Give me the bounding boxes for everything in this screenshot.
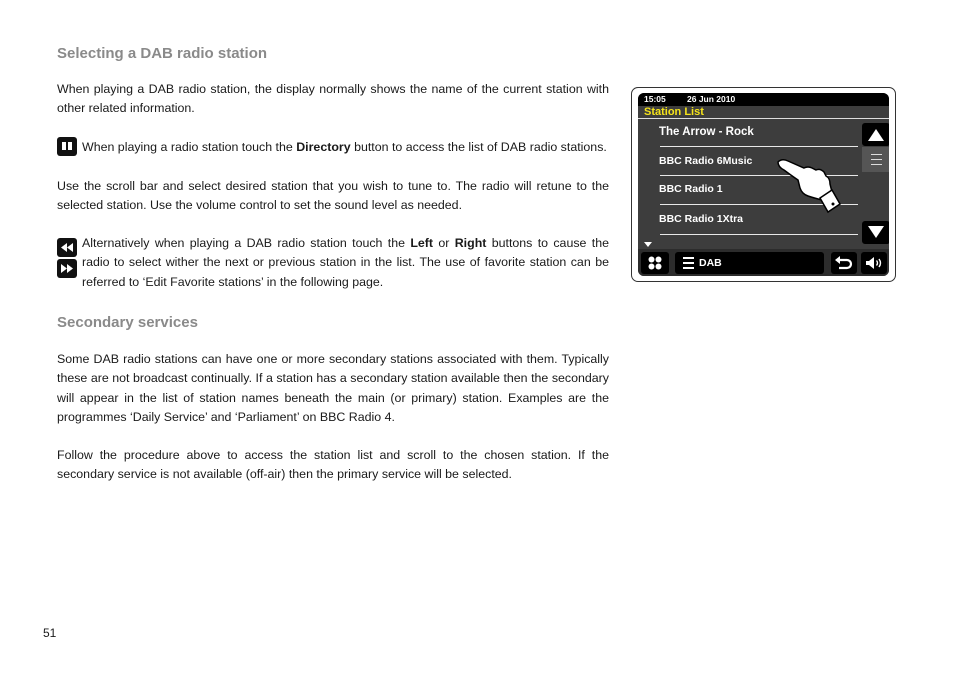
speaker-icon — [866, 257, 882, 269]
text: When playing a radio station touch the — [82, 140, 297, 154]
grip-line — [871, 164, 882, 165]
home-menu-button[interactable] — [641, 252, 669, 274]
text: button to access the list of DAB radio s… — [350, 140, 607, 154]
paragraph-scroll: Use the scroll bar and select desired st… — [57, 179, 609, 213]
section-heading-selecting: Selecting a DAB radio station — [57, 45, 268, 62]
back-button[interactable] — [831, 252, 857, 274]
right-term: Right — [454, 236, 487, 250]
paragraph-procedure: Follow the procedure above to access the… — [57, 448, 609, 482]
scroll-up-button[interactable] — [862, 123, 889, 146]
section-heading-secondary: Secondary services — [57, 314, 198, 331]
paragraph-left-right: Alternatively when playing a DAB radio s… — [82, 234, 609, 292]
pointing-hand-icon — [777, 158, 841, 214]
station-item[interactable]: BBC Radio 6Music — [659, 155, 752, 167]
paragraph-directory: When playing a radio station touch the D… — [82, 138, 609, 157]
page-number: 51 — [43, 626, 57, 640]
station-item[interactable]: BBC Radio 1 — [659, 183, 723, 195]
grip-line — [871, 154, 882, 155]
scroll-down-button[interactable] — [862, 221, 889, 244]
rewind-icon — [57, 238, 77, 257]
grip-line — [871, 159, 882, 160]
clock-date: 26 Jun 2010 — [687, 94, 736, 104]
more-below-indicator-icon — [644, 242, 652, 247]
four-dots-icon — [648, 256, 662, 270]
paragraph-secondary: Some DAB radio stations can have one or … — [57, 352, 609, 424]
back-arrow-icon — [835, 256, 853, 270]
radio-screen: 15:05 26 Jun 2010 Station List The Arrow… — [638, 93, 889, 276]
clock-time: 15:05 — [644, 94, 666, 104]
radio-display-illustration: 15:05 26 Jun 2010 Station List The Arrow… — [631, 87, 896, 282]
list-icon — [683, 257, 694, 269]
station-item[interactable]: BBC Radio 1Xtra — [659, 213, 743, 225]
station-item[interactable]: The Arrow - Rock — [659, 126, 754, 138]
triangle-down-icon — [868, 226, 884, 238]
source-label: DAB — [699, 257, 722, 269]
directory-term: Directory — [296, 140, 351, 154]
scrollbar-thumb[interactable] — [862, 147, 889, 172]
text: Alternatively when playing a DAB radio s… — [82, 236, 411, 250]
triangle-up-icon — [868, 129, 884, 141]
divider — [660, 234, 858, 235]
bottom-toolbar: DAB — [638, 249, 889, 276]
volume-button[interactable] — [861, 252, 887, 274]
source-button[interactable]: DAB — [675, 252, 824, 274]
paragraph-intro: When playing a DAB radio station, the di… — [57, 82, 609, 116]
status-bar: 15:05 26 Jun 2010 — [638, 93, 889, 106]
left-term: Left — [410, 236, 434, 250]
divider — [660, 146, 858, 147]
book-icon — [57, 137, 77, 156]
screen-title: Station List — [638, 106, 889, 119]
fast-forward-icon — [57, 259, 77, 278]
text: or — [433, 236, 455, 250]
